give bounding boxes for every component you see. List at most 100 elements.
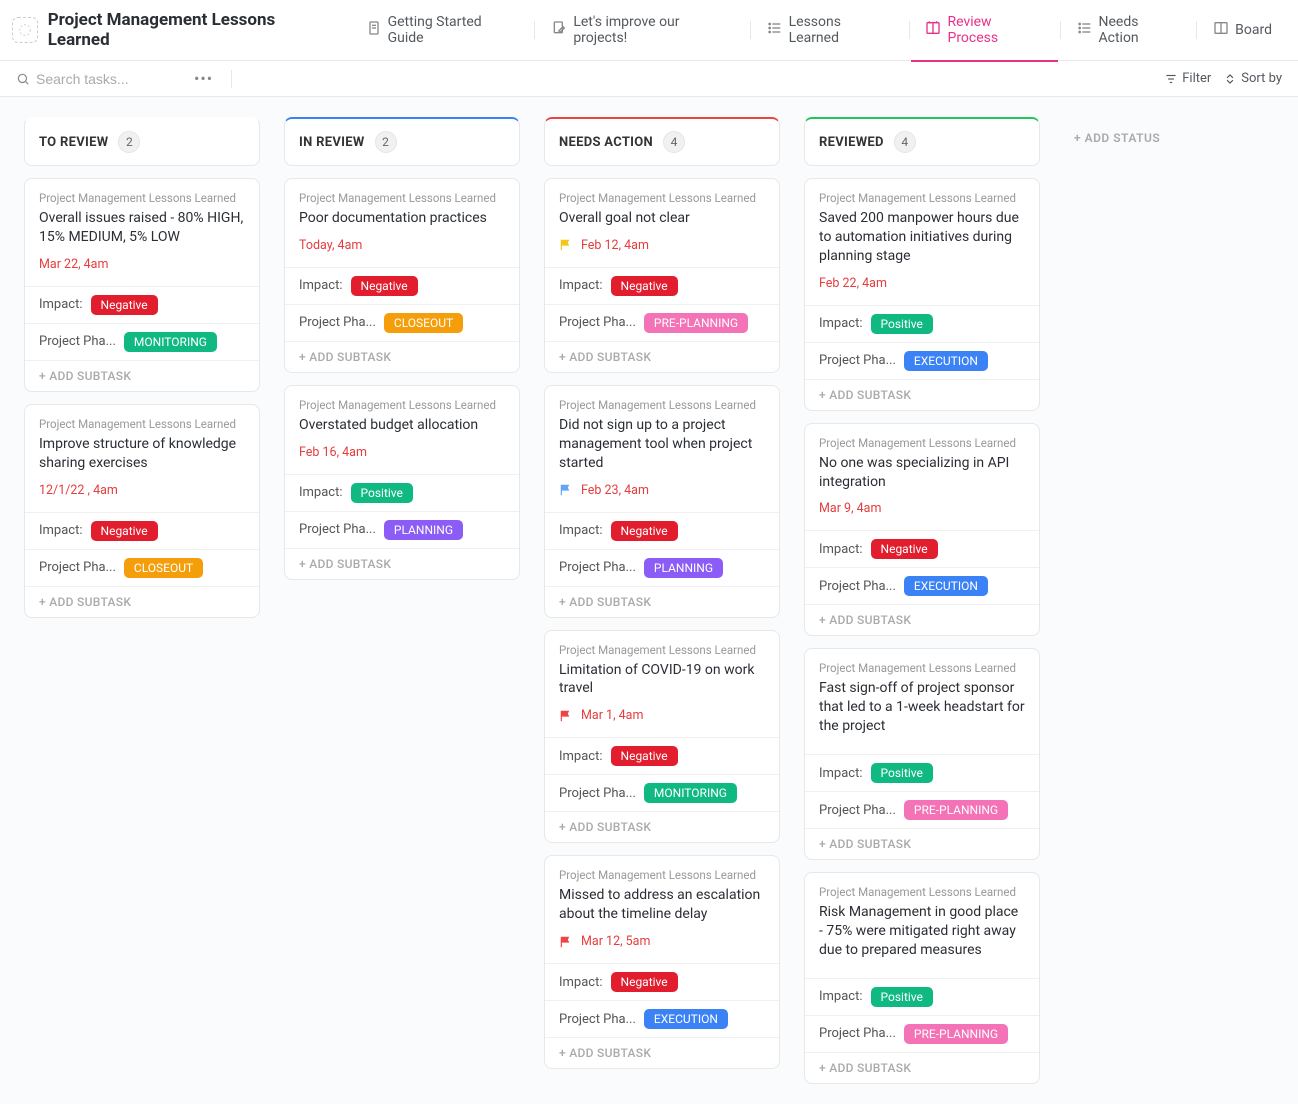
phase-pill[interactable]: PRE-PLANNING bbox=[904, 800, 1008, 820]
card-project-label: Project Management Lessons Learned bbox=[559, 868, 765, 882]
add-subtask-row: + ADD SUBTASK bbox=[545, 1037, 779, 1068]
add-subtask-button[interactable]: + ADD SUBTASK bbox=[559, 820, 651, 834]
tab-label: Board bbox=[1235, 22, 1272, 38]
phase-pill[interactable]: MONITORING bbox=[124, 332, 217, 352]
card-title: Risk Management in good place - 75% were… bbox=[819, 903, 1025, 960]
column-header[interactable]: IN REVIEW2 bbox=[284, 117, 520, 166]
card-title: Saved 200 manpower hours due to automati… bbox=[819, 209, 1025, 266]
add-subtask-button[interactable]: + ADD SUBTASK bbox=[39, 595, 131, 609]
add-subtask-button[interactable]: + ADD SUBTASK bbox=[559, 350, 651, 364]
search-input[interactable] bbox=[36, 71, 176, 87]
add-subtask-button[interactable]: + ADD SUBTASK bbox=[39, 369, 131, 383]
tab-label: Let's improve our projects! bbox=[573, 14, 733, 46]
phase-row: Project Pha...MONITORING bbox=[545, 774, 779, 811]
column-in-review: IN REVIEW2 Project Management Lessons Le… bbox=[284, 117, 520, 580]
separator bbox=[1196, 21, 1197, 39]
phase-pill[interactable]: PLANNING bbox=[384, 520, 463, 540]
phase-pill[interactable]: EXECUTION bbox=[904, 351, 988, 371]
column-title: TO REVIEW bbox=[39, 135, 108, 150]
task-card[interactable]: Project Management Lessons Learned Risk … bbox=[804, 872, 1040, 1084]
sort-icon bbox=[1223, 72, 1237, 86]
task-card[interactable]: Project Management Lessons Learned No on… bbox=[804, 423, 1040, 637]
tab-label: Review Process bbox=[947, 14, 1043, 46]
task-card[interactable]: Project Management Lessons Learned Limit… bbox=[544, 630, 780, 844]
phase-row: Project Pha...EXECUTION bbox=[805, 342, 1039, 379]
impact-row: Impact:Positive bbox=[805, 978, 1039, 1015]
tab-let-s-improve-our-projects-[interactable]: Let's improve our projects! bbox=[537, 8, 747, 52]
card-project-label: Project Management Lessons Learned bbox=[39, 191, 245, 205]
tab-review-process[interactable]: Review Process bbox=[911, 8, 1057, 52]
impact-pill[interactable]: Positive bbox=[351, 483, 413, 503]
impact-pill[interactable]: Negative bbox=[351, 276, 418, 296]
phase-pill[interactable]: PRE-PLANNING bbox=[644, 313, 748, 333]
impact-pill[interactable]: Positive bbox=[871, 987, 933, 1007]
phase-pill[interactable]: EXECUTION bbox=[904, 576, 988, 596]
column-header[interactable]: NEEDS ACTION4 bbox=[544, 117, 780, 166]
add-subtask-button[interactable]: + ADD SUBTASK bbox=[819, 837, 911, 851]
more-button[interactable]: ••• bbox=[188, 69, 219, 88]
phase-pill[interactable]: EXECUTION bbox=[644, 1009, 728, 1029]
impact-pill[interactable]: Negative bbox=[611, 521, 678, 541]
tab-board[interactable]: Board bbox=[1199, 14, 1286, 46]
impact-pill[interactable]: Negative bbox=[871, 539, 938, 559]
phase-pill[interactable]: PRE-PLANNING bbox=[904, 1024, 1008, 1044]
task-card[interactable]: Project Management Lessons Learned Poor … bbox=[284, 178, 520, 373]
sort-button[interactable]: Sort by bbox=[1223, 71, 1282, 86]
add-subtask-row: + ADD SUBTASK bbox=[545, 341, 779, 372]
tab-getting-started-guide[interactable]: Getting Started Guide bbox=[352, 8, 533, 52]
add-subtask-row: + ADD SUBTASK bbox=[25, 586, 259, 617]
card-date: Feb 22, 4am bbox=[819, 276, 1025, 291]
add-subtask-button[interactable]: + ADD SUBTASK bbox=[819, 388, 911, 402]
card-date: Mar 9, 4am bbox=[819, 501, 1025, 516]
add-subtask-button[interactable]: + ADD SUBTASK bbox=[819, 1061, 911, 1075]
impact-pill[interactable]: Positive bbox=[871, 314, 933, 334]
phase-row: Project Pha...MONITORING bbox=[25, 323, 259, 360]
separator bbox=[909, 21, 910, 39]
impact-pill[interactable]: Negative bbox=[91, 295, 158, 315]
add-subtask-button[interactable]: + ADD SUBTASK bbox=[299, 557, 391, 571]
tab-lessons-learned[interactable]: Lessons Learned bbox=[753, 8, 907, 52]
impact-pill[interactable]: Negative bbox=[611, 276, 678, 296]
add-subtask-button[interactable]: + ADD SUBTASK bbox=[559, 1046, 651, 1060]
add-subtask-button[interactable]: + ADD SUBTASK bbox=[299, 350, 391, 364]
task-card[interactable]: Project Management Lessons Learned Fast … bbox=[804, 648, 1040, 860]
impact-label: Impact: bbox=[819, 766, 863, 781]
phase-pill[interactable]: CLOSEOUT bbox=[124, 558, 203, 578]
tab-label: Getting Started Guide bbox=[388, 14, 519, 46]
phase-pill[interactable]: PLANNING bbox=[644, 558, 723, 578]
filter-button[interactable]: Filter bbox=[1164, 71, 1211, 86]
card-date: Mar 12, 5am bbox=[559, 934, 765, 949]
impact-pill[interactable]: Negative bbox=[611, 746, 678, 766]
top-nav: Project Management Lessons Learned Getti… bbox=[0, 0, 1298, 61]
task-card[interactable]: Project Management Lessons Learned Overa… bbox=[24, 178, 260, 392]
task-card[interactable]: Project Management Lessons Learned Saved… bbox=[804, 178, 1040, 411]
impact-label: Impact: bbox=[559, 523, 603, 538]
column-header[interactable]: REVIEWED4 bbox=[804, 117, 1040, 166]
task-card[interactable]: Project Management Lessons Learned Impro… bbox=[24, 404, 260, 618]
impact-pill[interactable]: Negative bbox=[91, 521, 158, 541]
impact-row: Impact:Negative bbox=[545, 963, 779, 1000]
add-subtask-button[interactable]: + ADD SUBTASK bbox=[559, 595, 651, 609]
phase-pill[interactable]: MONITORING bbox=[644, 783, 737, 803]
task-card[interactable]: Project Management Lessons Learned Did n… bbox=[544, 385, 780, 618]
add-subtask-row: + ADD SUBTASK bbox=[805, 379, 1039, 410]
add-subtask-row: + ADD SUBTASK bbox=[285, 341, 519, 372]
add-subtask-row: + ADD SUBTASK bbox=[285, 548, 519, 579]
impact-pill[interactable]: Positive bbox=[871, 763, 933, 783]
phase-pill[interactable]: CLOSEOUT bbox=[384, 313, 463, 333]
add-status-button[interactable]: + ADD STATUS bbox=[1064, 117, 1170, 159]
task-card[interactable]: Project Management Lessons Learned Misse… bbox=[544, 855, 780, 1069]
add-subtask-button[interactable]: + ADD SUBTASK bbox=[819, 613, 911, 627]
search-icon bbox=[16, 72, 30, 86]
column-header[interactable]: TO REVIEW2 bbox=[24, 117, 260, 166]
impact-label: Impact: bbox=[559, 749, 603, 764]
tab-needs-action[interactable]: Needs Action bbox=[1063, 8, 1195, 52]
task-card[interactable]: Project Management Lessons Learned Overs… bbox=[284, 385, 520, 580]
impact-pill[interactable]: Negative bbox=[611, 972, 678, 992]
add-subtask-row: + ADD SUBTASK bbox=[545, 811, 779, 842]
card-title: Improve structure of knowledge sharing e… bbox=[39, 435, 245, 473]
card-project-label: Project Management Lessons Learned bbox=[819, 661, 1025, 675]
card-project-label: Project Management Lessons Learned bbox=[299, 191, 505, 205]
column-title: REVIEWED bbox=[819, 135, 884, 150]
task-card[interactable]: Project Management Lessons Learned Overa… bbox=[544, 178, 780, 373]
